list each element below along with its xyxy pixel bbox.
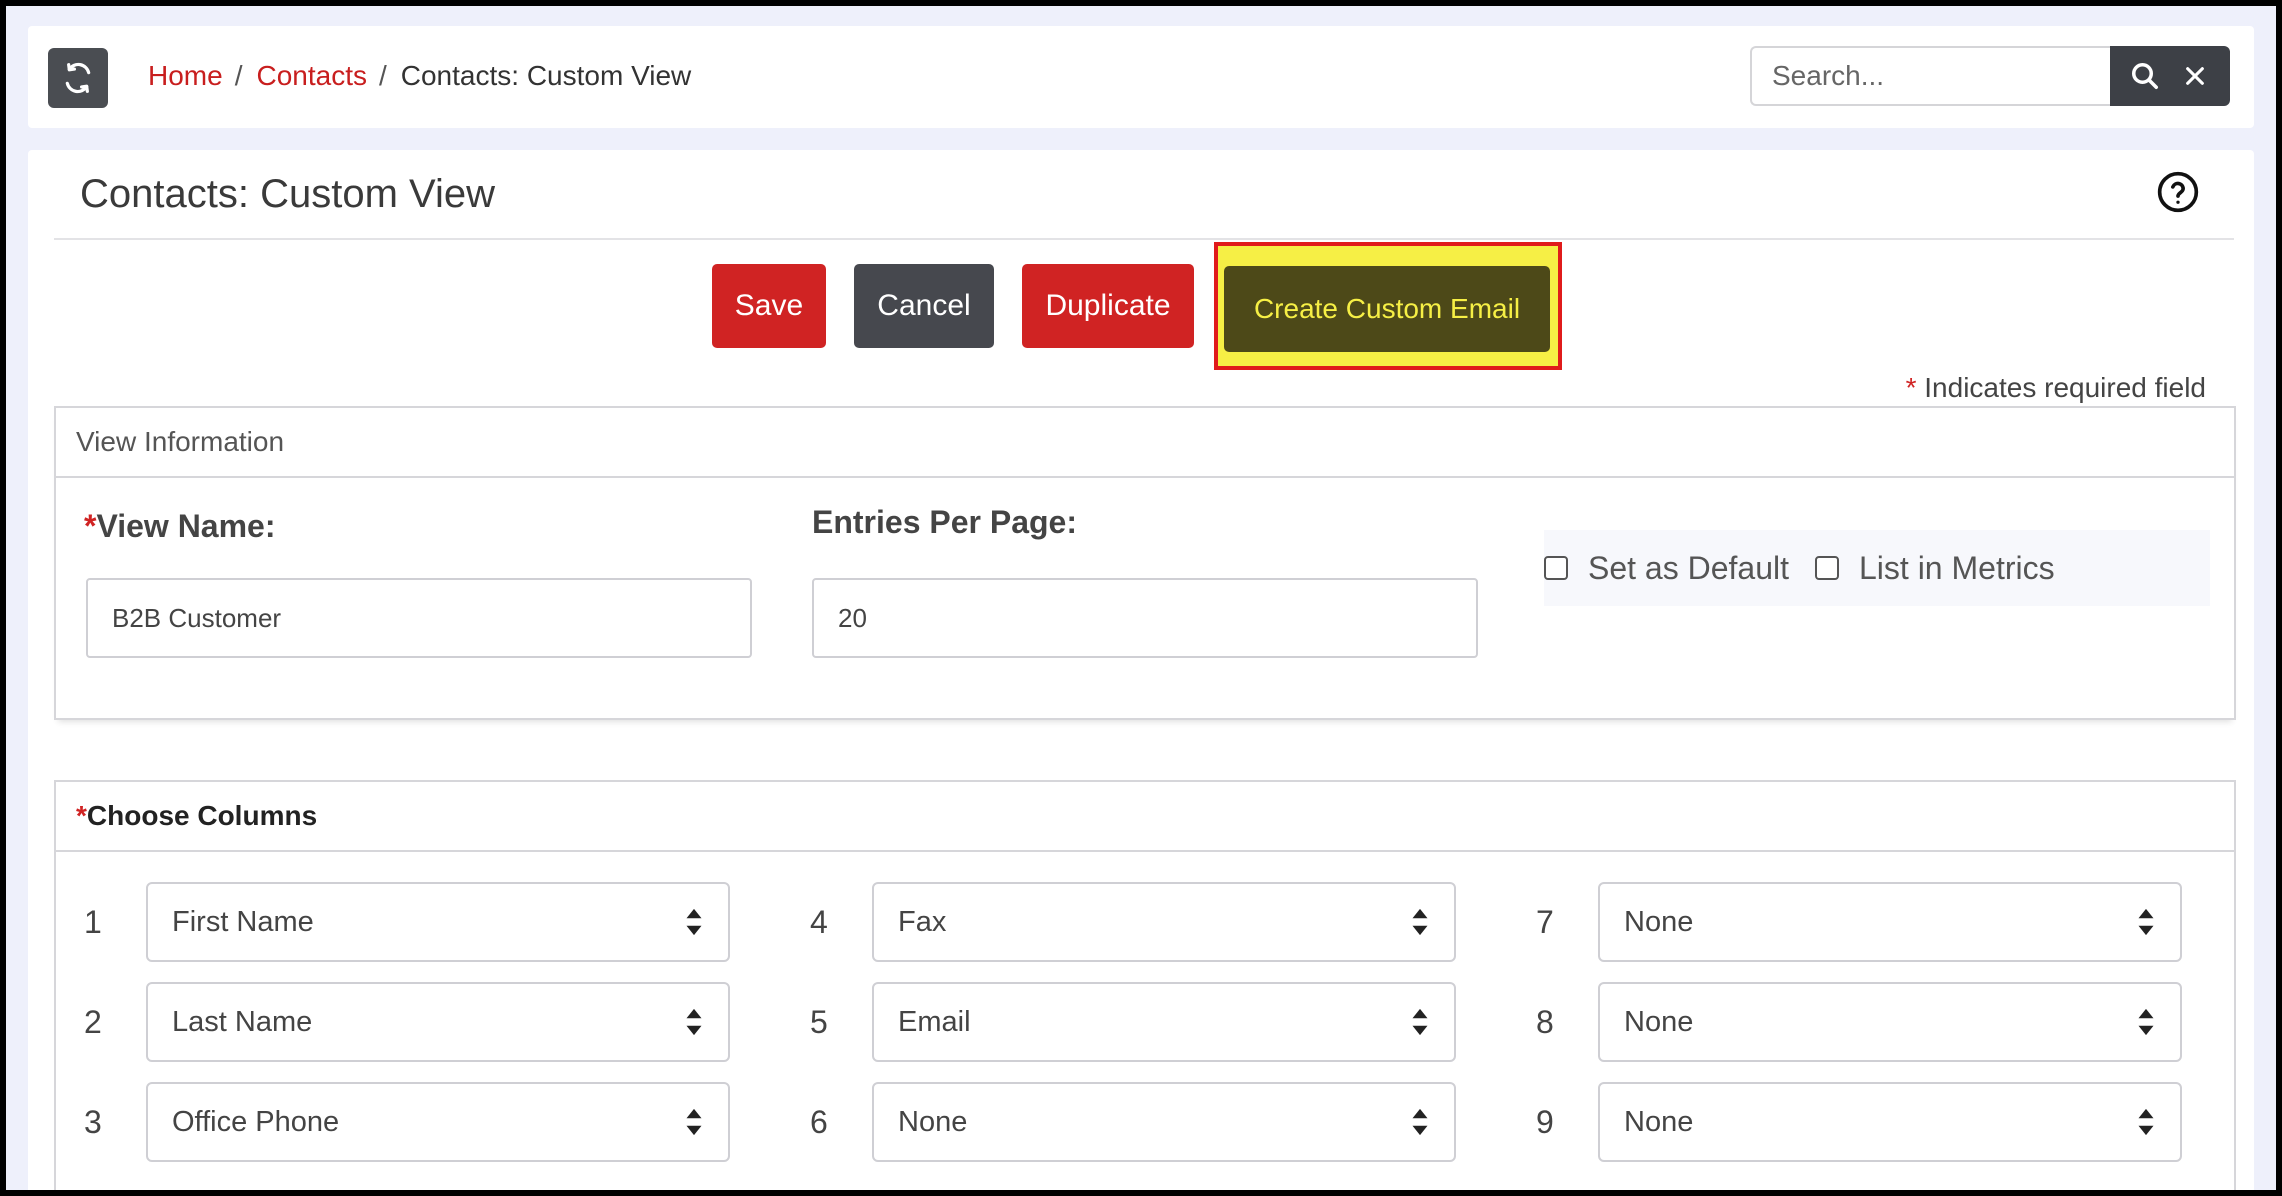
app-frame: Home / Contacts / Contacts: Custom View: [6, 6, 2276, 1190]
column-select-5[interactable]: Email: [872, 982, 1456, 1062]
search-icon: [2132, 63, 2158, 89]
breadcrumb-separator: /: [234, 60, 243, 91]
column-select-value: None: [1624, 905, 1694, 938]
updown-arrows-icon: [2138, 1008, 2154, 1036]
required-star: *: [76, 800, 87, 831]
entries-per-page-label: Entries Per Page:: [812, 504, 1077, 540]
column-number: 6: [810, 1104, 828, 1140]
required-star: *: [84, 508, 97, 544]
search-bar: [1750, 46, 2230, 106]
search-actions: [2110, 46, 2230, 106]
page-title: Contacts: Custom View: [80, 172, 495, 216]
column-select-6[interactable]: None: [872, 1082, 1456, 1162]
column-number: 8: [1536, 1004, 1554, 1040]
help-button[interactable]: [2156, 170, 2200, 214]
list-in-metrics-option[interactable]: List in Metrics: [1815, 550, 2055, 587]
updown-arrows-icon: [1412, 1008, 1428, 1036]
entries-per-page-input[interactable]: [812, 578, 1478, 658]
set-as-default-label: Set as Default: [1588, 549, 1789, 586]
choose-columns-heading-text: Choose Columns: [86, 800, 318, 831]
column-number: 9: [1536, 1104, 1554, 1140]
column-number: 2: [84, 1004, 102, 1040]
choose-columns-heading: * Choose Columns: [56, 782, 2234, 852]
required-field-note: * Indicates required field: [1906, 372, 2206, 404]
breadcrumb-home-link[interactable]: Home: [148, 60, 223, 92]
refresh-button[interactable]: [48, 48, 108, 108]
column-number: 5: [810, 1004, 828, 1040]
view-name-label-text: View Name:: [96, 508, 276, 544]
view-information-panel: View Information *View Name: Entries Per…: [54, 406, 2236, 720]
set-as-default-checkbox[interactable]: [1544, 556, 1568, 580]
list-in-metrics-label: List in Metrics: [1859, 549, 2055, 586]
column-select-9[interactable]: None: [1598, 1082, 2182, 1162]
view-options: Set as Default List in Metrics: [1544, 530, 2210, 606]
close-icon: [2186, 67, 2204, 85]
column-select-value: Email: [898, 1005, 971, 1038]
column-select-value: None: [1624, 1105, 1694, 1138]
column-select-value: First Name: [172, 905, 314, 938]
column-select-4[interactable]: Fax: [872, 882, 1456, 962]
column-select-value: Last Name: [172, 1005, 313, 1038]
help-circle-icon: [2157, 171, 2199, 213]
column-select-value: None: [1624, 1005, 1694, 1038]
updown-arrows-icon: [686, 1008, 702, 1036]
updown-arrows-icon: [2138, 1108, 2154, 1136]
column-select-7[interactable]: None: [1598, 882, 2182, 962]
top-bar: Home / Contacts / Contacts: Custom View: [28, 26, 2254, 128]
column-number: 3: [84, 1104, 102, 1140]
clear-search-button[interactable]: [2175, 56, 2215, 96]
column-select-value: Office Phone: [172, 1105, 340, 1138]
create-custom-email-button[interactable]: Create Custom Email: [1224, 266, 1550, 352]
required-star: *: [1905, 372, 1917, 403]
column-number: 4: [810, 904, 828, 940]
required-note-text: Indicates required field: [1924, 372, 2206, 403]
updown-arrows-icon: [1412, 1108, 1428, 1136]
view-information-heading: View Information: [56, 408, 2234, 478]
choose-columns-panel: * Choose Columns 1 First Name 2 Last Name…: [54, 780, 2236, 1190]
column-select-1[interactable]: First Name: [146, 882, 730, 962]
updown-arrows-icon: [1412, 908, 1428, 936]
column-select-2[interactable]: Last Name: [146, 982, 730, 1062]
refresh-icon: [65, 62, 91, 94]
main-card: Contacts: Custom View Save Cancel Duplic…: [28, 150, 2254, 1190]
updown-arrows-icon: [686, 1108, 702, 1136]
title-divider: [54, 238, 2234, 240]
column-number: 1: [84, 904, 102, 940]
updown-arrows-icon: [686, 908, 702, 936]
breadcrumb-current: Contacts: Custom View: [400, 60, 692, 91]
column-select-value: None: [898, 1105, 968, 1138]
breadcrumb-contacts-link[interactable]: Contacts: [256, 60, 367, 92]
column-select-3[interactable]: Office Phone: [146, 1082, 730, 1162]
cancel-button[interactable]: Cancel: [854, 264, 994, 348]
view-name-input[interactable]: [86, 578, 752, 658]
duplicate-button[interactable]: Duplicate: [1022, 264, 1194, 348]
updown-arrows-icon: [2138, 908, 2154, 936]
search-input[interactable]: [1750, 46, 2110, 106]
column-number: 7: [1536, 904, 1554, 940]
search-button[interactable]: [2125, 56, 2165, 96]
breadcrumb: Home / Contacts / Contacts: Custom View: [148, 60, 691, 92]
list-in-metrics-checkbox[interactable]: [1815, 556, 1839, 580]
set-as-default-option[interactable]: Set as Default: [1544, 550, 1789, 587]
view-name-label: *View Name:: [84, 508, 276, 545]
column-select-value: Fax: [898, 905, 947, 938]
breadcrumb-separator: /: [378, 60, 387, 91]
save-button[interactable]: Save: [712, 264, 826, 348]
column-select-8[interactable]: None: [1598, 982, 2182, 1062]
